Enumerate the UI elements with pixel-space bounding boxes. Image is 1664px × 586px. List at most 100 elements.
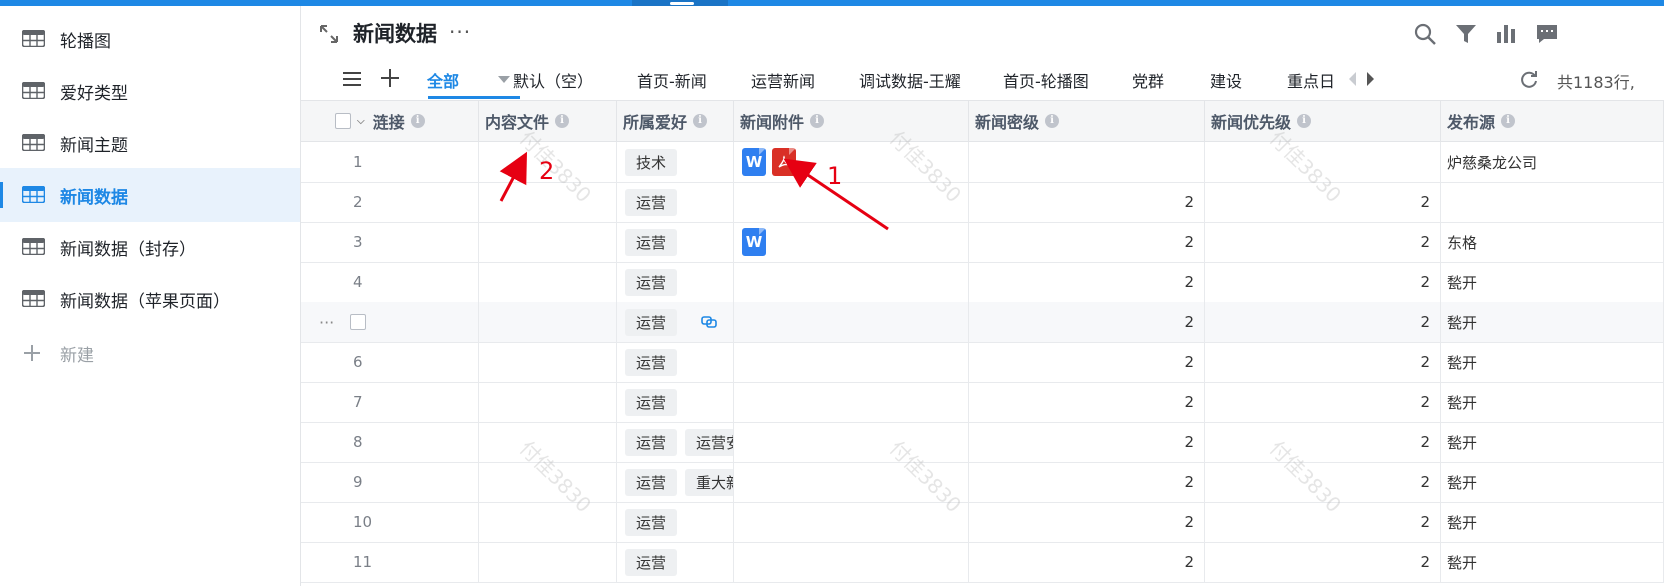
hobby-cell[interactable]: 运营	[617, 182, 734, 222]
secret-level-cell[interactable]: 2	[969, 462, 1205, 502]
priority-cell[interactable]: 2	[1205, 542, 1441, 582]
hobby-cell[interactable]: 运营运营安	[617, 422, 734, 462]
row-number-cell[interactable]: 2	[301, 182, 479, 222]
row-number-cell[interactable]: ···	[301, 302, 479, 342]
table-row[interactable]: 3 运营 W 2 2 东格	[301, 222, 1664, 263]
sidebar-item-0[interactable]: 轮播图	[0, 12, 300, 66]
row-checkbox[interactable]	[350, 314, 367, 330]
word-file-icon[interactable]: W	[742, 228, 766, 256]
content-file-cell[interactable]	[479, 422, 617, 462]
hobby-cell[interactable]: 运营	[617, 342, 734, 382]
priority-cell[interactable]: 2	[1205, 462, 1441, 502]
secret-level-cell[interactable]: 2	[969, 342, 1205, 382]
hobby-cell[interactable]: 运营	[617, 262, 734, 302]
priority-cell[interactable]: 2	[1205, 502, 1441, 542]
row-number-cell[interactable]: 7	[301, 382, 479, 422]
tab-2[interactable]: 首页-新闻	[637, 68, 707, 92]
sidebar-item-3[interactable]: 新闻数据	[0, 168, 300, 222]
row-more-icon[interactable]: ···	[319, 313, 334, 332]
attachment-cell[interactable]	[734, 382, 969, 422]
expand-icon[interactable]	[319, 24, 339, 44]
hobby-cell[interactable]: 运营重大新	[617, 462, 734, 502]
source-cell[interactable]: 甃开	[1441, 342, 1664, 382]
tab-1[interactable]: 默认（空）	[513, 68, 593, 92]
sidebar-item-2[interactable]: 新闻主题	[0, 116, 300, 170]
attachment-cell[interactable]	[734, 302, 969, 342]
row-number-cell[interactable]: 4	[301, 262, 479, 302]
table-row[interactable]: 10 运营 2 2 甃开	[301, 502, 1664, 543]
info-icon[interactable]: i	[810, 114, 825, 128]
source-cell[interactable]: 甃开	[1441, 422, 1664, 462]
refresh-icon[interactable]	[1519, 70, 1539, 90]
table-row[interactable]: 7 运营 2 2 甃开	[301, 382, 1664, 423]
row-number-cell[interactable]: 9	[301, 462, 479, 502]
hobby-cell[interactable]: 运营	[617, 222, 734, 262]
column-header-6[interactable]: 发布源 i	[1441, 101, 1664, 141]
info-icon[interactable]: i	[1297, 114, 1312, 128]
column-header-3[interactable]: 新闻附件 i	[734, 101, 969, 141]
info-icon[interactable]: i	[1501, 114, 1516, 128]
priority-cell[interactable]: 2	[1205, 262, 1441, 302]
source-cell[interactable]: 东格	[1441, 222, 1664, 262]
priority-cell[interactable]: 2	[1205, 302, 1441, 342]
column-header-2[interactable]: 所属爱好 i	[617, 101, 734, 141]
attachment-cell[interactable]	[734, 342, 969, 382]
tab-0[interactable]: 全部	[427, 68, 459, 92]
attachment-cell[interactable]: W	[734, 142, 969, 182]
row-number-cell[interactable]: 10	[301, 502, 479, 542]
sidebar-item-5[interactable]: 新闻数据（苹果页面）	[0, 272, 300, 326]
source-cell[interactable]	[1441, 182, 1664, 222]
tab-6[interactable]: 党群	[1132, 68, 1164, 92]
tab-8[interactable]: 重点日	[1287, 68, 1335, 92]
view-list-icon[interactable]	[343, 72, 361, 86]
source-cell[interactable]: 甃开	[1441, 262, 1664, 302]
hobby-cell[interactable]: 运营	[617, 502, 734, 542]
priority-cell[interactable]	[1205, 142, 1441, 182]
sidebar-item-1[interactable]: 爱好类型	[0, 64, 300, 118]
filter-icon[interactable]	[1454, 22, 1478, 46]
secret-level-cell[interactable]: 2	[969, 182, 1205, 222]
table-row[interactable]: 2 运营 2 2	[301, 182, 1664, 223]
secret-level-cell[interactable]: 2	[969, 222, 1205, 262]
hobby-cell[interactable]: 技术	[617, 142, 734, 182]
priority-cell[interactable]: 2	[1205, 342, 1441, 382]
content-file-cell[interactable]	[479, 542, 617, 582]
priority-cell[interactable]: 2	[1205, 422, 1441, 462]
chevron-down-icon[interactable]: ⌵	[357, 116, 365, 127]
pdf-file-icon[interactable]	[772, 148, 796, 176]
table-row[interactable]: 1 技术 W 炉慈桑龙公司	[301, 142, 1664, 183]
attachment-cell[interactable]	[734, 262, 969, 302]
priority-cell[interactable]: 2	[1205, 382, 1441, 422]
attachment-cell[interactable]	[734, 542, 969, 582]
row-number-cell[interactable]: 3	[301, 222, 479, 262]
attachment-cell[interactable]	[734, 182, 969, 222]
more-options-icon[interactable]: ···	[449, 20, 471, 44]
expand-record-icon[interactable]	[701, 316, 717, 328]
row-number-cell[interactable]: 11	[301, 542, 479, 582]
column-header-1[interactable]: 内容文件 i	[479, 101, 617, 141]
sidebar-new-button[interactable]: 新建	[0, 326, 300, 380]
attachment-cell[interactable]: W	[734, 222, 969, 262]
secret-level-cell[interactable]: 2	[969, 422, 1205, 462]
column-header-5[interactable]: 新闻优先级 i	[1205, 101, 1441, 141]
secret-level-cell[interactable]: 2	[969, 302, 1205, 342]
source-cell[interactable]: 甃开	[1441, 382, 1664, 422]
priority-cell[interactable]: 2	[1205, 182, 1441, 222]
table-row[interactable]: 8 运营运营安 2 2 甃开	[301, 422, 1664, 463]
tab-dropdown-icon[interactable]	[498, 76, 510, 83]
tab-3[interactable]: 运营新闻	[751, 68, 815, 92]
hobby-cell[interactable]: 运营	[617, 302, 734, 342]
tab-scroll-left-icon[interactable]	[1349, 72, 1356, 86]
priority-cell[interactable]: 2	[1205, 222, 1441, 262]
tab-7[interactable]: 建设	[1210, 68, 1242, 92]
source-cell[interactable]: 炉慈桑龙公司	[1441, 142, 1664, 182]
info-icon[interactable]: i	[1045, 114, 1060, 128]
content-file-cell[interactable]	[479, 222, 617, 262]
secret-level-cell[interactable]: 2	[969, 382, 1205, 422]
attachment-cell[interactable]	[734, 502, 969, 542]
content-file-cell[interactable]	[479, 342, 617, 382]
content-file-cell[interactable]	[479, 182, 617, 222]
content-file-cell[interactable]	[479, 262, 617, 302]
sidebar-item-4[interactable]: 新闻数据（封存）	[0, 220, 300, 274]
content-file-cell[interactable]	[479, 382, 617, 422]
